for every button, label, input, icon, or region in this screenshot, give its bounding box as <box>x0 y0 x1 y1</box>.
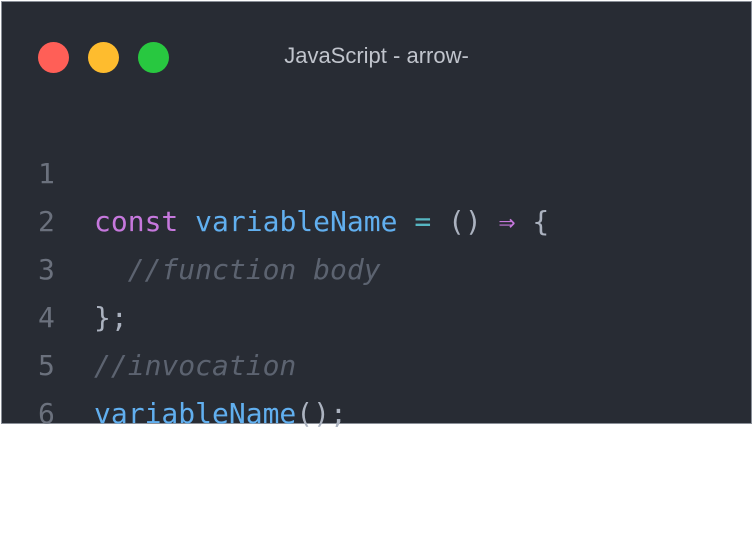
identifier-token: variableName <box>94 397 297 430</box>
code-line: 1 const variableName = () ⇒ { <box>2 102 751 238</box>
window-title-text: JavaScript - arrow- <box>284 43 469 68</box>
line-content: variableName(); <box>94 390 347 438</box>
window-title: JavaScript - arrow- <box>2 43 751 69</box>
code-line: 6 <box>2 342 751 430</box>
line-number: 6 <box>38 397 55 430</box>
code-line: 2 //function body <box>2 150 751 286</box>
code-window: JavaScript - arrow- 1 const variableName… <box>1 1 752 430</box>
code-line: 4 //invocation <box>2 246 751 382</box>
code-line: 5 variableName(); <box>2 294 751 430</box>
title-bar: JavaScript - arrow- <box>2 2 751 110</box>
code-editor[interactable]: 1 const variableName = () ⇒ { 2 //functi… <box>2 102 751 430</box>
call-punctuation-token: (); <box>296 397 347 430</box>
code-line: 3 }; <box>2 198 751 334</box>
